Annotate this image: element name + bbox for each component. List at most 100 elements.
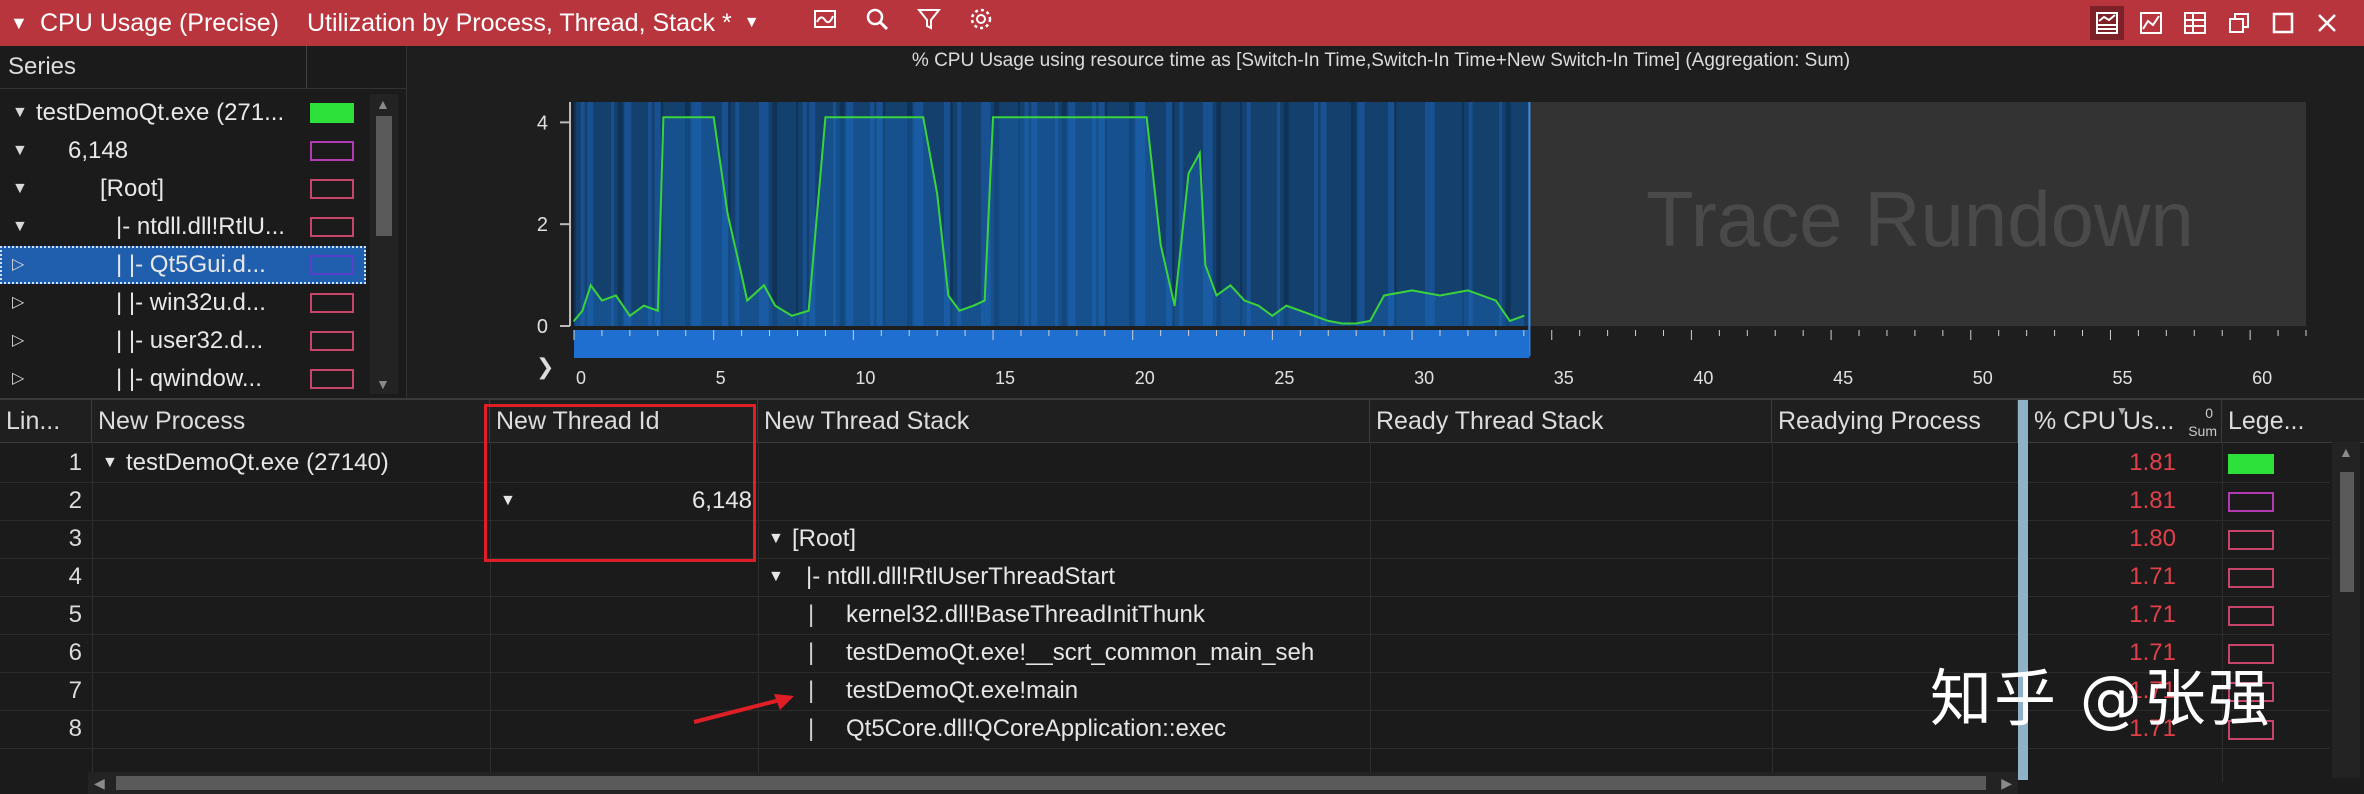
scroll-right-icon[interactable]: ▶ <box>2001 775 2012 792</box>
graph-and-table-view-button[interactable] <box>2090 6 2124 40</box>
activity-stripe <box>1246 102 1251 326</box>
scroll-up-icon[interactable]: ▲ <box>2339 444 2353 460</box>
series-row[interactable]: ▼ [Root] <box>0 170 366 208</box>
series-scrollbar[interactable]: ▲ ▼ <box>370 94 398 394</box>
expand-down-icon[interactable]: ▼ <box>12 208 28 246</box>
table-vertical-scrollbar[interactable]: ▲ <box>2332 442 2360 778</box>
row-line-number: 1 <box>68 449 82 476</box>
plot-watermark: Trace Rundown <box>1646 175 2194 263</box>
activity-stripe <box>648 102 652 326</box>
series-row[interactable]: ▷ | |- win32u.d... <box>0 284 366 322</box>
graph-only-view-button[interactable] <box>2134 6 2168 40</box>
data-point <box>684 116 687 119</box>
row-legend-swatch <box>2228 606 2274 626</box>
row-line-number: 3 <box>68 525 82 552</box>
x-axis-selected-band <box>574 330 1530 358</box>
scroll-thumb[interactable] <box>116 776 1986 790</box>
filter-icon[interactable] <box>912 6 946 40</box>
tree-guide-line: | <box>808 677 815 704</box>
series-color-swatch <box>310 255 354 275</box>
column-header-readying-process[interactable]: Readying Process <box>1772 400 2018 442</box>
column-header-line[interactable]: Lin... <box>0 400 92 442</box>
data-point <box>1355 322 1357 325</box>
expand-right-icon[interactable]: ▷ <box>12 246 24 284</box>
table-row[interactable]: 5 | kernel32.dll!BaseThreadInitThunk 1.7… <box>0 596 2330 635</box>
series-row[interactable]: ▼ |- ntdll.dll!RtlU... <box>0 208 366 246</box>
activity-stripe <box>617 102 623 326</box>
series-color-swatch <box>310 369 354 389</box>
data-point <box>1495 299 1497 302</box>
expand-right-icon[interactable]: ▷ <box>12 360 24 398</box>
data-point <box>615 294 617 297</box>
expand-down-icon[interactable]: ▼ <box>102 444 118 482</box>
search-icon[interactable] <box>860 6 894 40</box>
series-row-label: 6,148 <box>68 137 129 164</box>
expand-down-icon[interactable]: ▼ <box>768 558 784 596</box>
data-point <box>947 294 950 297</box>
column-header-legend[interactable]: Lege... <box>2222 400 2330 442</box>
sort-indicator-icon: ▼ <box>2116 404 2128 418</box>
expand-down-icon[interactable]: ▼ <box>12 132 28 170</box>
data-point <box>1257 304 1260 307</box>
series-color-swatch <box>310 103 354 123</box>
expand-right-icon[interactable]: ▷ <box>12 322 24 360</box>
flame-icon[interactable] <box>808 6 842 40</box>
series-row[interactable]: ▼ testDemoQt.exe (271... <box>0 94 366 132</box>
row-cpu-usage: 1.81 <box>2129 487 2176 514</box>
row-line-number: 2 <box>68 487 82 514</box>
data-point <box>908 116 911 119</box>
data-point <box>1369 320 1371 322</box>
data-point <box>662 116 665 119</box>
column-header-new-process[interactable]: New Process <box>92 400 490 442</box>
collapse-icon[interactable]: ▼ <box>10 13 40 34</box>
cpu-usage-chart[interactable]: Trace Rundown0240 5 10 15 20 25 30 35 40 45 50 55 60 <box>406 46 2356 398</box>
table-row[interactable]: 4 ▼ |- ntdll.dll!RtlUserThreadStart 1.71 <box>0 558 2330 597</box>
data-point <box>1229 284 1232 287</box>
x-tick-label: 20 <box>1135 368 1155 388</box>
chevron-right-icon[interactable]: ❯ <box>536 354 554 380</box>
data-point <box>740 274 743 276</box>
x-tick-label: 60 <box>2252 368 2272 388</box>
expand-down-icon[interactable]: ▼ <box>768 520 784 558</box>
x-tick-label: 55 <box>2112 368 2132 388</box>
data-point <box>1341 322 1344 325</box>
data-point <box>629 315 631 317</box>
table-row[interactable]: 2 ▼ 6,148 1.81 <box>0 482 2330 521</box>
series-row-selected[interactable]: ▷ | |- Qt5Gui.d... <box>0 246 366 284</box>
aggregation-label: Sum <box>2188 423 2217 439</box>
activity-stripe <box>1431 102 1435 326</box>
activity-stripe <box>1505 102 1511 326</box>
maximize-icon[interactable] <box>2266 6 2300 40</box>
scroll-left-icon[interactable]: ◀ <box>94 775 105 792</box>
restore-window-icon[interactable] <box>2222 6 2256 40</box>
scroll-down-icon[interactable]: ▼ <box>376 376 390 392</box>
data-point <box>763 284 765 287</box>
table-horizontal-scrollbar[interactable]: ◀ ▶ <box>88 772 2018 794</box>
series-row[interactable]: ▼ 6,148 <box>0 132 366 170</box>
column-header-new-thread-stack[interactable]: New Thread Stack <box>758 400 1370 442</box>
scroll-up-icon[interactable]: ▲ <box>376 96 390 112</box>
close-icon[interactable] <box>2310 6 2344 40</box>
expand-down-icon[interactable]: ▼ <box>12 170 28 208</box>
scroll-thumb[interactable] <box>2340 472 2354 592</box>
column-header-ready-thread-stack[interactable]: Ready Thread Stack <box>1370 400 1772 442</box>
row-line-number: 6 <box>68 639 82 666</box>
activity-stripe <box>1351 102 1356 326</box>
series-row[interactable]: ▷ | |- qwindow... <box>0 360 366 398</box>
scroll-thumb[interactable] <box>376 116 392 236</box>
activity-stripe <box>1388 102 1394 326</box>
chevron-down-icon[interactable]: ▼ <box>744 14 760 32</box>
expand-down-icon[interactable]: ▼ <box>12 94 28 132</box>
data-point <box>746 299 748 302</box>
data-point <box>1509 320 1511 322</box>
table-row[interactable]: 3 ▼ [Root] 1.80 <box>0 520 2330 559</box>
gear-icon[interactable] <box>964 6 998 40</box>
view-preset-dropdown[interactable]: Utilization by Process, Thread, Stack * <box>307 9 732 38</box>
table-only-view-button[interactable] <box>2178 6 2212 40</box>
column-header-cpu-usage[interactable]: % CPU Us... ▼ 0 Sum <box>2028 400 2222 442</box>
table-row[interactable]: 1 ▼ testDemoQt.exe (27140) 1.81 <box>0 444 2330 483</box>
series-row[interactable]: ▷ | |- user32.d... <box>0 322 366 360</box>
series-row-label: | |- qwindow... <box>116 365 262 392</box>
x-tick-label: 40 <box>1693 368 1713 388</box>
expand-right-icon[interactable]: ▷ <box>12 284 24 322</box>
